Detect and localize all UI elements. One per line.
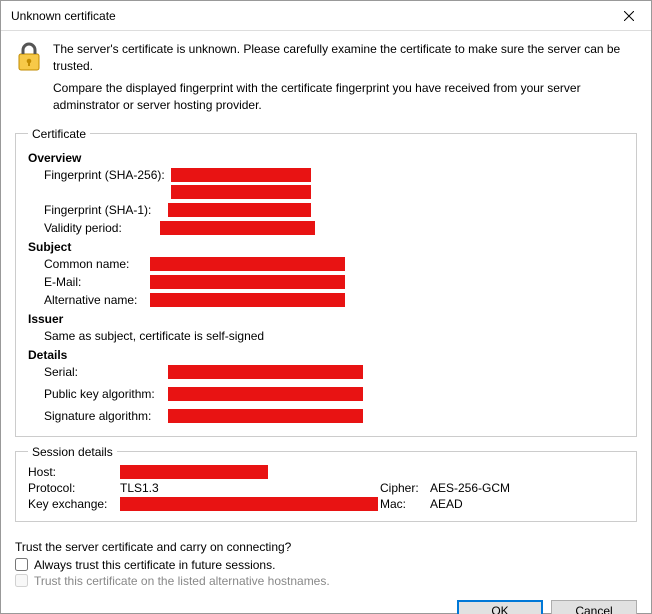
protocol-value: TLS1.3: [120, 481, 380, 495]
fingerprint-sha256-label: Fingerprint (SHA-256):: [44, 168, 165, 182]
trust-alt-checkbox: [15, 574, 28, 587]
intro-line-1: The server's certificate is unknown. Ple…: [53, 41, 637, 76]
certificate-group: Certificate Overview Fingerprint (SHA-25…: [15, 127, 637, 437]
common-name-label: Common name:: [44, 257, 144, 271]
fingerprint-sha1-value: [168, 203, 311, 217]
email-value: [150, 275, 345, 289]
common-name-value: [150, 257, 345, 271]
overview-header: Overview: [28, 151, 624, 165]
footer: Trust the server certificate and carry o…: [15, 530, 637, 590]
session-group: Session details Host: Protocol: TLS1.3 C…: [15, 445, 637, 522]
issuer-text: Same as subject, certificate is self-sig…: [44, 329, 264, 343]
sig-value: [168, 409, 363, 423]
details-header: Details: [28, 348, 624, 362]
button-row: OK Cancel: [1, 590, 651, 614]
protocol-label: Protocol:: [28, 481, 120, 495]
subject-header: Subject: [28, 240, 624, 254]
validity-label: Validity period:: [44, 221, 122, 235]
serial-label: Serial:: [44, 365, 162, 379]
validity-value: [160, 221, 315, 235]
host-label: Host:: [28, 465, 120, 479]
email-label: E-Mail:: [44, 275, 144, 289]
dialog-body: The server's certificate is unknown. Ple…: [1, 31, 651, 590]
pubkey-value: [168, 387, 363, 401]
mac-value: AEAD: [430, 497, 624, 511]
titlebar: Unknown certificate: [1, 1, 651, 31]
cancel-button[interactable]: Cancel: [551, 600, 637, 614]
intro-text: The server's certificate is unknown. Ple…: [53, 41, 637, 119]
key-exchange-label: Key exchange:: [28, 497, 120, 511]
window-title: Unknown certificate: [11, 9, 606, 23]
cipher-label: Cipher:: [380, 481, 430, 495]
always-trust-checkbox[interactable]: [15, 558, 28, 571]
key-exchange-value: [120, 497, 378, 511]
mac-label: Mac:: [380, 497, 430, 511]
certificate-legend: Certificate: [28, 127, 90, 141]
intro: The server's certificate is unknown. Ple…: [15, 41, 637, 119]
trust-alt-label: Trust this certificate on the listed alt…: [34, 574, 330, 588]
fingerprint-sha256-value: [171, 168, 311, 182]
always-trust-row[interactable]: Always trust this certificate in future …: [15, 558, 637, 572]
sig-label: Signature algorithm:: [44, 409, 162, 423]
ok-button[interactable]: OK: [457, 600, 543, 614]
intro-line-2: Compare the displayed fingerprint with t…: [53, 80, 637, 115]
host-value: [120, 465, 268, 479]
serial-value: [168, 365, 363, 379]
alt-name-label: Alternative name:: [44, 293, 144, 307]
fingerprint-sha1-label: Fingerprint (SHA-1):: [44, 203, 151, 217]
trust-question: Trust the server certificate and carry o…: [15, 540, 637, 554]
close-icon: [624, 11, 634, 21]
trust-alt-row: Trust this certificate on the listed alt…: [15, 574, 637, 588]
cipher-value: AES-256-GCM: [430, 481, 624, 495]
certificate-dialog: Unknown certificate The server's certifi…: [0, 0, 652, 614]
always-trust-label: Always trust this certificate in future …: [34, 558, 275, 572]
issuer-header: Issuer: [28, 312, 624, 326]
pubkey-label: Public key algorithm:: [44, 387, 162, 401]
alt-name-value: [150, 293, 345, 307]
fingerprint-sha256-value-2: [171, 185, 311, 199]
lock-warning-icon: [15, 41, 43, 119]
session-legend: Session details: [28, 445, 117, 459]
close-button[interactable]: [606, 1, 651, 31]
